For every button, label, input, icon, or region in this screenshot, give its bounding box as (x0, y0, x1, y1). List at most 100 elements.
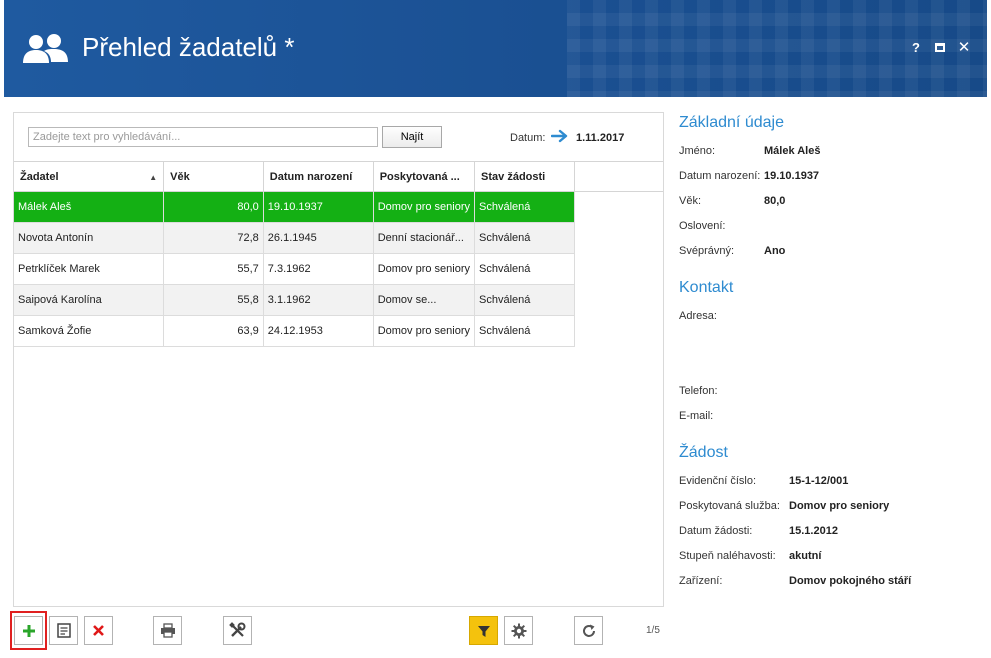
cell-name: Saipová Karolína (14, 284, 165, 316)
age-label: Věk: (679, 195, 702, 207)
applicants-panel: Najít Datum: 1.11.2017 Žadatel▲ Věk Datu… (13, 112, 664, 607)
arrow-right-icon[interactable] (551, 128, 569, 144)
date-value: 1.11.2017 (576, 132, 625, 144)
cell-age: 80,0 (163, 191, 264, 223)
table-row[interactable]: Novota Antonín 72,8 26.1.1945 Denní stac… (14, 222, 663, 254)
table-header-row: Žadatel ▲ Věk Datum narození Poskytovaná … (14, 161, 663, 192)
cell-filler (574, 284, 663, 316)
dob-label: Datum narození: (679, 170, 761, 182)
age-value: 80,0 (764, 195, 786, 207)
page-title: Přehled žadatelů * (82, 32, 295, 62)
cell-dob: 19.10.1937 (263, 191, 374, 223)
urgency-value: akutní (789, 550, 822, 562)
name-value: Málek Aleš (764, 145, 821, 157)
settings-button[interactable] (504, 616, 533, 645)
plus-icon (22, 624, 35, 637)
title-bar: Přehled žadatelů * ? ✕ (4, 0, 987, 97)
service-label: Poskytovaná služba: (679, 500, 780, 512)
table-row[interactable]: Saipová Karolína 55,8 3.1.1962 Domov se.… (14, 284, 663, 316)
table-row[interactable]: Petrklíček Marek 55,7 7.3.1962 Domov pro… (14, 253, 663, 285)
cell-age: 72,8 (163, 222, 264, 254)
cell-dob: 7.3.1962 (263, 253, 374, 285)
cell-filler (574, 253, 663, 285)
column-header-filler (574, 161, 663, 192)
cell-dob: 24.12.1953 (263, 315, 374, 347)
cell-name: Petrklíček Marek (14, 253, 165, 285)
help-button[interactable]: ? (908, 40, 924, 56)
cell-status: Schválená (474, 191, 575, 223)
phone-label: Telefon: (679, 385, 718, 397)
cell-name: Novota Antonín (14, 222, 165, 254)
cell-age: 63,9 (163, 315, 264, 347)
users-icon (23, 34, 68, 63)
email-label: E-mail: (679, 410, 714, 422)
filter-icon (477, 625, 490, 637)
table-row[interactable]: Samková Žofie 63,9 24.12.1953 Domov pro … (14, 315, 663, 347)
cell-status: Schválená (474, 222, 575, 254)
reg-number-value: 15-1-12/001 (789, 475, 849, 487)
cell-filler (574, 191, 663, 223)
table-row[interactable]: Málek Aleš 80,0 19.10.1937 Domov pro sen… (14, 191, 663, 223)
page-indicator: 1/5 (646, 625, 660, 636)
delete-icon (93, 625, 104, 636)
close-button[interactable]: ✕ (956, 40, 972, 56)
competent-value: Ano (764, 245, 786, 257)
column-header-status[interactable]: Stav žádosti (474, 161, 575, 192)
reg-number-label: Evidenční číslo: (679, 475, 757, 487)
cell-status: Schválená (474, 284, 575, 316)
applicants-table: Žadatel ▲ Věk Datum narození Poskytovaná … (14, 161, 663, 347)
dob-value: 19.10.1937 (764, 170, 820, 182)
document-edit-icon (56, 623, 71, 638)
address-label: Adresa: (679, 310, 717, 322)
section-title-request: Žádost (679, 444, 728, 461)
maximize-button[interactable] (932, 40, 948, 56)
cell-status: Schválená (474, 315, 575, 347)
facility-value: Domov pokojného stáří (789, 575, 912, 587)
facility-label: Zařízení: (679, 575, 723, 587)
refresh-icon (582, 624, 595, 637)
tools-icon (229, 622, 246, 637)
cell-name: Málek Aleš (14, 191, 165, 223)
search-input[interactable] (28, 127, 378, 147)
sort-ascending-icon: ▲ (149, 172, 158, 182)
column-header-service[interactable]: Poskytovaná ... (373, 161, 476, 192)
date-label: Datum: (510, 132, 546, 144)
cell-filler (574, 315, 663, 347)
column-header-age[interactable]: Věk (163, 161, 264, 192)
section-title-contact: Kontakt (679, 279, 734, 296)
gear-icon (511, 623, 526, 638)
cell-filler (574, 222, 663, 254)
cell-age: 55,8 (163, 284, 264, 316)
print-button[interactable] (153, 616, 182, 645)
section-title-basic: Základní údaje (679, 114, 784, 131)
request-date-value: 15.1.2012 (789, 525, 838, 537)
tools-button[interactable] (223, 616, 252, 645)
name-label: Jméno: (679, 145, 716, 157)
cell-service: Domov pro seniory (373, 315, 476, 347)
delete-button[interactable] (84, 616, 113, 645)
cell-status: Schválená (474, 253, 575, 285)
cell-dob: 26.1.1945 (263, 222, 374, 254)
cell-service: Denní stacionář... (373, 222, 476, 254)
header-pattern (567, 0, 987, 97)
filter-button[interactable] (469, 616, 498, 645)
find-button[interactable]: Najít (382, 126, 442, 148)
maximize-icon (935, 43, 945, 52)
edit-button[interactable] (49, 616, 78, 645)
column-header-dob[interactable]: Datum narození (263, 161, 374, 192)
cell-age: 55,7 (163, 253, 264, 285)
cell-name: Samková Žofie (14, 315, 165, 347)
salutation-label: Oslovení: (679, 220, 726, 232)
cell-service: Domov pro seniory (373, 191, 476, 223)
competent-label: Svéprávný: (679, 245, 735, 257)
urgency-label: Stupeň naléhavosti: (679, 550, 776, 562)
request-date-label: Datum žádosti: (679, 525, 753, 537)
service-value: Domov pro seniory (789, 500, 890, 512)
add-button[interactable] (14, 616, 43, 645)
column-header-applicant[interactable]: Žadatel ▲ (14, 161, 165, 192)
cell-service: Domov pro seniory (373, 253, 476, 285)
cell-dob: 3.1.1962 (263, 284, 374, 316)
refresh-button[interactable] (574, 616, 603, 645)
printer-icon (160, 623, 175, 638)
cell-service: Domov se... (373, 284, 476, 316)
